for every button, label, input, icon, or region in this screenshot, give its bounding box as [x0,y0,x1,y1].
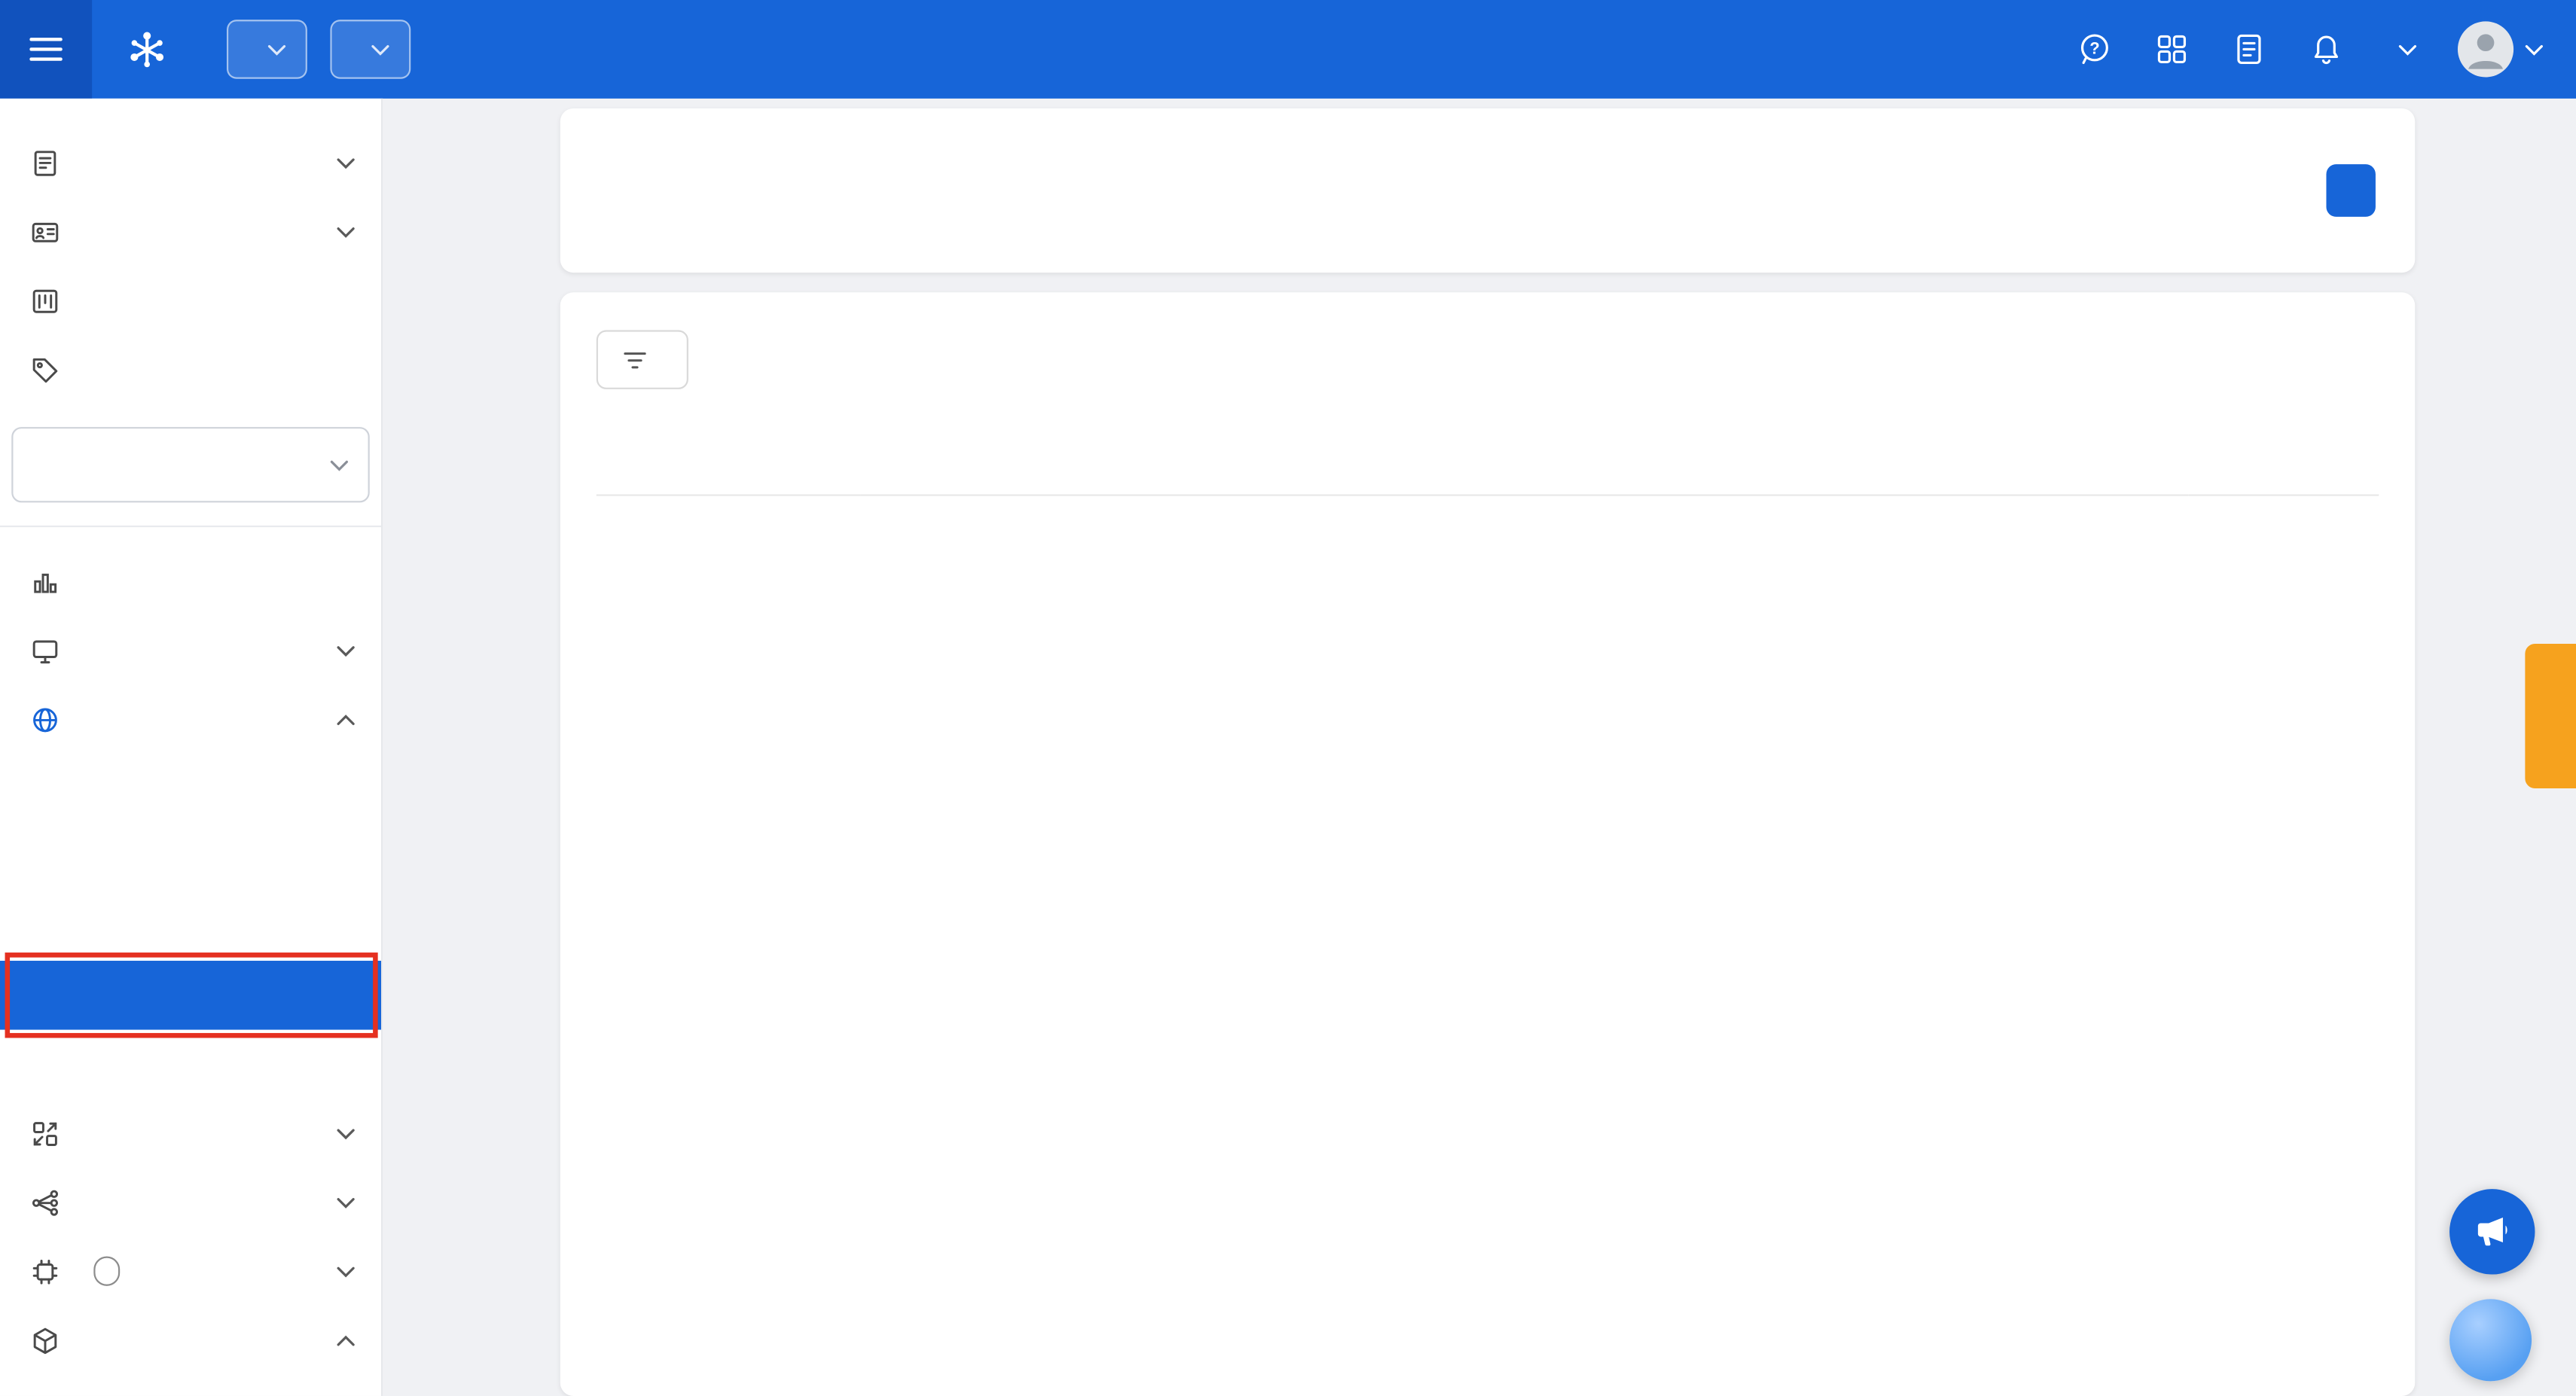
column-header-cidr[interactable] [1139,422,1402,495]
sidebar-item-billing[interactable] [0,128,381,197]
brand-logo[interactable] [125,27,185,72]
chevron-down-icon [2525,44,2543,55]
tag-icon [29,354,60,385]
column-header-created-at[interactable] [1932,422,2188,495]
tenant-selector[interactable] [2385,44,2416,55]
navbar-right-group: ? [2077,21,2576,77]
subnet-table-card [560,292,2415,1396]
chevron-down-icon [371,44,389,55]
feedback-tab[interactable] [2525,644,2576,788]
ai-assistant-button[interactable] [2449,1299,2532,1381]
support-icon[interactable]: ? [2077,31,2113,67]
sidebar-item-vpcs[interactable] [0,754,381,823]
avatar [2458,21,2513,77]
sidebar-item-project-management[interactable] [0,266,381,335]
sidebar-item-compute-engine[interactable] [0,616,381,685]
sidebar-item-vpn-site-to-site[interactable] [0,1030,381,1099]
compute-engine-icon [29,635,60,666]
top-navbar: ? [0,0,2576,99]
main-content [383,99,2576,1396]
auto-scaling-icon [29,1117,60,1148]
chevron-down-icon [337,1196,355,1208]
column-header-edge-gateway[interactable] [1401,422,1664,495]
red-highlight-annotation [5,953,378,1038]
hamburger-icon [29,36,63,62]
svg-text:?: ? [2089,38,2099,57]
fpt-cloud-logo-icon [125,27,169,72]
region-selector[interactable] [330,20,411,79]
apps-icon[interactable] [2153,31,2190,67]
announcements-button[interactable] [2449,1189,2535,1274]
project-management-icon [29,285,60,315]
chevron-down-icon [337,226,355,237]
subnet-table [597,422,2379,495]
chevron-up-icon [337,714,355,725]
column-header-tags[interactable] [861,422,1139,495]
chevron-down-icon [268,44,286,55]
billing-icon [29,147,60,178]
sidebar-item-auto-scaling[interactable] [0,1099,381,1168]
chevron-down-icon [337,157,355,168]
containers-icon [29,1324,60,1355]
notifications-bell-icon[interactable] [2308,31,2344,67]
page-header-card [560,108,2415,273]
filter-button[interactable] [597,330,688,389]
ai-infrastructure-icon [29,1255,60,1286]
column-header-dns-servers[interactable] [1664,422,1932,495]
vdc-selector[interactable] [11,427,369,502]
dashboard-icon [29,565,60,596]
page-header-actions [2294,164,2376,217]
sidebar-item-label [81,1257,317,1286]
table-header-row [597,422,2379,495]
column-header-name[interactable] [597,422,861,495]
chevron-down-icon [2398,44,2416,55]
project-selector[interactable] [227,20,307,79]
sidebar-item-dashboard[interactable] [0,547,381,616]
app-window: ? [0,0,2576,1396]
sidebar-item-subnets[interactable] [0,961,381,1030]
user-icon [2458,21,2513,77]
network-globe-icon [29,704,60,735]
chevron-down-icon [337,1127,355,1138]
sidebar-item-security-groups[interactable] [0,892,381,961]
beta-badge [93,1257,120,1286]
sidebar-item-containers[interactable] [0,1306,381,1375]
iam-icon [29,216,60,247]
filter-icon [623,349,648,370]
megaphone-icon [2471,1210,2513,1253]
sidebar [0,99,383,1396]
chevron-up-icon [337,1334,355,1346]
sidebar-item-floating-ips[interactable] [0,823,381,892]
chevron-down-icon [337,1266,355,1277]
sidebar-divider [0,526,381,527]
create-subnet-button[interactable] [2326,164,2375,217]
sidebar-item-ai-infrastructure[interactable] [0,1236,381,1306]
column-header-actions [2188,422,2379,495]
user-menu[interactable] [2458,21,2543,77]
chevron-down-icon [330,459,348,471]
sidebar-item-tagging[interactable] [0,335,381,404]
chevron-down-icon [337,645,355,656]
load-balancer-icon [29,1187,60,1218]
sidebar-item-network[interactable] [0,685,381,754]
sidebar-item-iam[interactable] [0,197,381,267]
docs-icon[interactable] [2231,31,2267,67]
hamburger-menu-button[interactable] [0,0,92,99]
sidebar-item-load-balancer[interactable] [0,1168,381,1237]
